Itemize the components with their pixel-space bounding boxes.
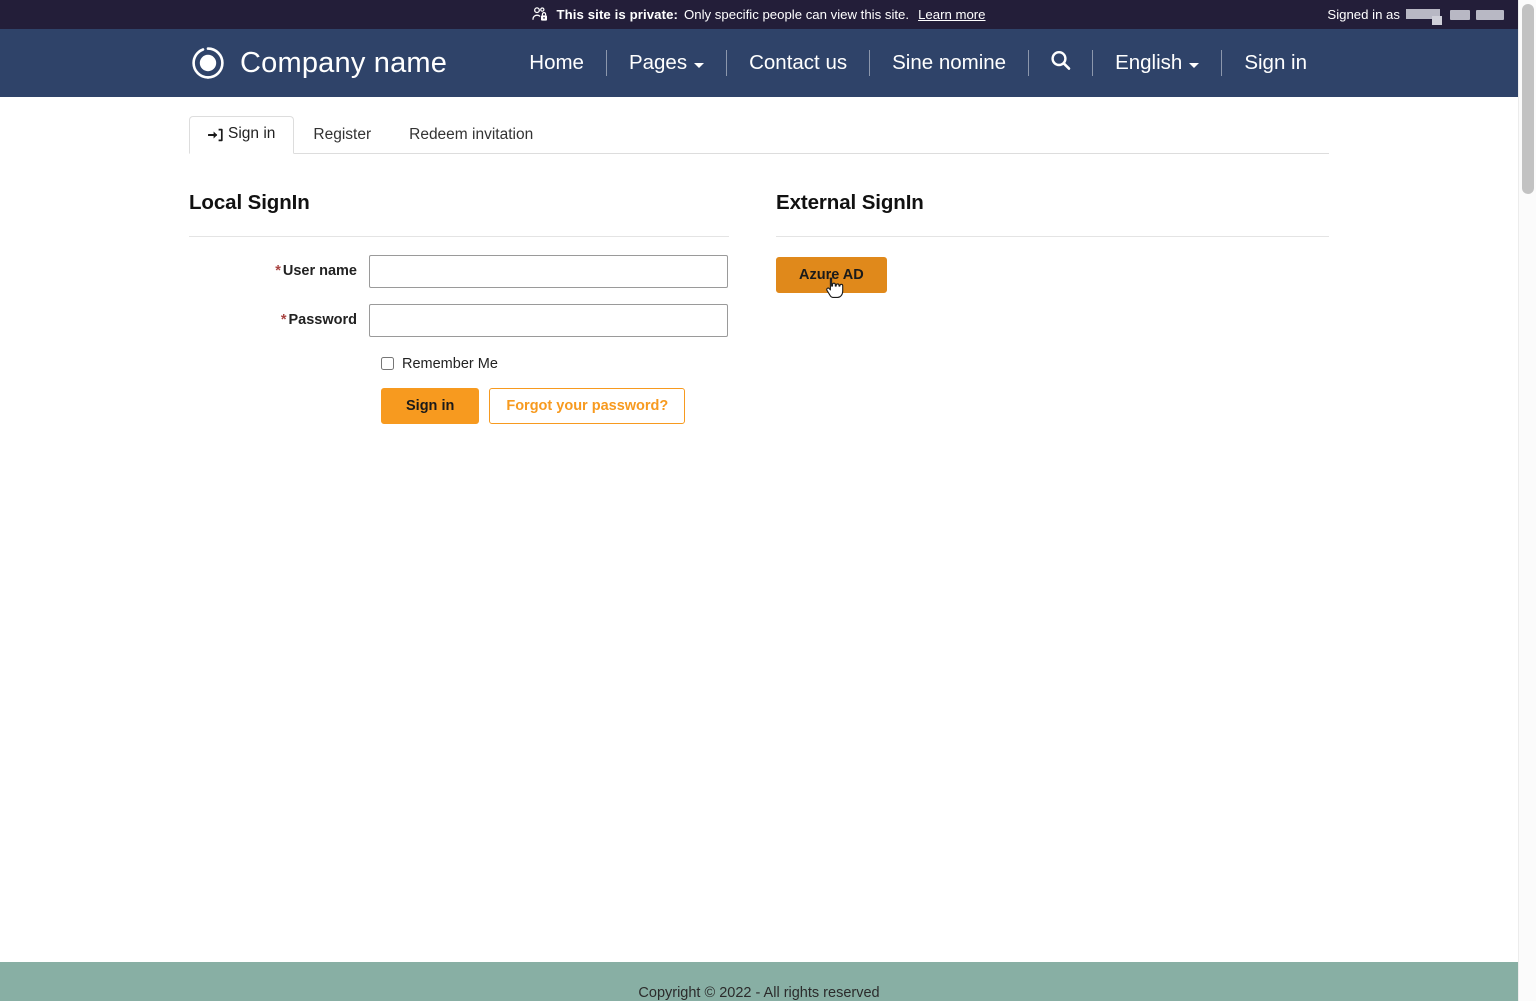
username-input[interactable]	[369, 254, 728, 288]
tab-sign-in-label: Sign in	[228, 125, 276, 143]
brand-home-link[interactable]: Company name	[191, 46, 447, 80]
forgot-password-button[interactable]: Forgot your password?	[489, 387, 686, 425]
learn-more-link[interactable]: Learn more	[918, 7, 985, 22]
language-selector-label: English	[1115, 51, 1183, 74]
external-signin-panel: External SignIn Azure AD	[744, 174, 1329, 424]
chevron-down-icon	[1189, 62, 1200, 68]
password-row: * Password	[189, 303, 729, 337]
nav-item-pages-label: Pages	[628, 51, 688, 74]
private-banner-strong: This site is private:	[556, 7, 679, 22]
private-site-banner: This site is private: Only specific peop…	[0, 0, 1518, 29]
remember-me-row: Remember Me	[381, 356, 729, 372]
local-signin-title: Local SignIn	[189, 191, 310, 214]
username-row: * User name	[189, 254, 729, 288]
username-label: * User name	[189, 255, 369, 279]
circle-target-logo-icon	[191, 46, 225, 80]
nav-item-sine-nomine[interactable]: Sine nomine	[870, 29, 1028, 97]
page-scrollbar[interactable]	[1518, 0, 1536, 1001]
auth-tabs: Sign in Register Redeem invitation	[189, 116, 1329, 154]
nav-item-pages[interactable]: Pages	[607, 29, 726, 97]
page-content: Sign in Register Redeem invitation Local…	[189, 97, 1329, 425]
nav-item-contact-us-label: Contact us	[749, 51, 848, 74]
auth-columns: Local SignIn * User name * Password Reme…	[189, 154, 1329, 425]
people-lock-icon	[532, 7, 549, 22]
azure-ad-button[interactable]: Azure AD	[776, 256, 887, 294]
password-input[interactable]	[369, 303, 728, 337]
scrollbar-thumb[interactable]	[1522, 4, 1534, 194]
signin-button-row: Sign in Forgot your password?	[381, 387, 729, 425]
nav-sign-in-label: Sign in	[1244, 51, 1307, 74]
remember-me-checkbox[interactable]	[381, 357, 394, 371]
navbar-inner: Company name Home Pages Contact us Sine …	[189, 29, 1329, 97]
remember-me-label[interactable]: Remember Me	[402, 356, 498, 372]
nav-item-contact-us[interactable]: Contact us	[727, 29, 869, 97]
nav-sign-in-link[interactable]: Sign in	[1222, 29, 1329, 97]
navbar-links: Home Pages Contact us Sine nomine Englis…	[507, 29, 1329, 97]
browser-viewport: This site is private: Only specific peop…	[0, 0, 1518, 1001]
search-button[interactable]	[1029, 29, 1092, 97]
tab-sign-in[interactable]: Sign in	[189, 116, 295, 154]
footer-copyright: Copyright © 2022 - All rights reserved	[638, 985, 880, 1001]
password-field-wrap	[369, 303, 729, 337]
language-selector[interactable]: English	[1093, 29, 1221, 97]
required-marker: *	[275, 262, 281, 279]
signed-in-as-label: Signed in as	[1327, 7, 1400, 22]
site-footer: Copyright © 2022 - All rights reserved	[0, 962, 1518, 1001]
main-navbar: Company name Home Pages Contact us Sine …	[0, 29, 1518, 97]
nav-item-home-label: Home	[529, 51, 584, 74]
tab-register[interactable]: Register	[294, 117, 390, 154]
local-signin-form: * User name * Password Remember Me Sign …	[189, 237, 729, 425]
sign-in-arrow-icon	[208, 128, 223, 142]
section-divider	[776, 235, 1329, 237]
form-actions: Remember Me Sign in Forgot your password…	[381, 356, 729, 425]
footer-inner: Copyright © 2022 - All rights reserved	[189, 962, 1329, 1001]
private-site-message: This site is private: Only specific peop…	[532, 7, 986, 22]
external-signin-title: External SignIn	[776, 191, 924, 214]
nav-item-home[interactable]: Home	[507, 29, 606, 97]
username-label-text: User name	[282, 262, 357, 279]
chevron-down-icon	[694, 62, 705, 68]
tab-register-label: Register	[313, 126, 372, 144]
username-field-wrap	[369, 254, 729, 288]
signed-in-user-redacted-2	[1450, 9, 1470, 20]
tab-redeem-invitation-label: Redeem invitation	[409, 126, 534, 144]
password-label: * Password	[189, 304, 369, 328]
nav-item-sine-nomine-label: Sine nomine	[892, 51, 1007, 74]
page-root: This site is private: Only specific peop…	[0, 0, 1536, 1001]
signed-in-as: Signed in as	[1327, 0, 1504, 29]
required-marker: *	[280, 311, 287, 328]
brand-name: Company name	[240, 46, 448, 79]
tab-redeem-invitation[interactable]: Redeem invitation	[390, 117, 552, 154]
signed-in-user-redacted-3	[1476, 9, 1504, 20]
password-label-text: Password	[288, 311, 358, 328]
local-signin-panel: Local SignIn * User name * Password Reme…	[189, 174, 744, 425]
private-banner-message: Only specific people can view this site.	[684, 7, 910, 22]
signed-in-user-redacted	[1406, 7, 1444, 25]
search-icon	[1049, 49, 1072, 78]
sign-in-submit-button[interactable]: Sign in	[381, 387, 480, 425]
